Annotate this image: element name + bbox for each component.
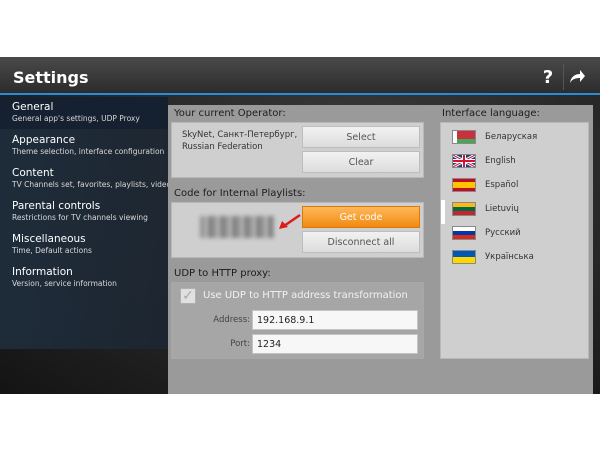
language-item-spanish[interactable]: Español xyxy=(452,176,592,194)
language-item-ukrainian[interactable]: Українська xyxy=(452,248,592,266)
sidebar-item-appearance[interactable]: Appearance Theme selection, interface co… xyxy=(0,130,168,162)
operator-box: SkyNet, Санкт-Петербург, Russian Federat… xyxy=(171,122,424,178)
language-item-english[interactable]: English xyxy=(452,152,592,170)
uk-flag-icon xyxy=(452,154,476,168)
sidebar-item-description: Time, Default actions xyxy=(12,246,92,255)
language-section-title: Interface language: xyxy=(442,108,540,119)
spain-flag-icon xyxy=(452,178,476,192)
get-code-button[interactable]: Get code xyxy=(302,206,420,228)
sidebar-item-label: Content xyxy=(12,167,54,179)
sidebar-item-information[interactable]: Information Version, service information xyxy=(0,262,168,294)
udp-box: ✓ Use UDP to HTTP address transformation… xyxy=(171,282,424,359)
language-label: English xyxy=(485,156,516,166)
udp-transform-checkbox[interactable]: ✓ xyxy=(180,288,196,304)
settings-panel: Your current Operator: SkyNet, Санкт-Пет… xyxy=(168,105,593,394)
ukraine-flag-icon xyxy=(452,250,476,264)
sidebar-item-label: General xyxy=(12,101,54,113)
red-arrow-icon xyxy=(279,213,301,229)
language-label: Беларуская xyxy=(485,132,538,142)
language-item-belarusian[interactable]: Беларуская xyxy=(452,128,592,146)
sidebar-item-general[interactable]: General General app's settings, UDP Prox… xyxy=(0,97,168,129)
language-label: Español xyxy=(485,180,519,190)
udp-checkbox-label: Use UDP to HTTP address transformation xyxy=(203,290,408,301)
help-button[interactable]: ? xyxy=(535,64,561,90)
language-scrollbar[interactable] xyxy=(441,200,445,224)
playlists-section-title: Code for Internal Playlists: xyxy=(174,188,306,199)
operator-name: SkyNet, Санкт-Петербург, Russian Federat… xyxy=(182,130,298,152)
port-label: Port: xyxy=(230,339,250,349)
port-input[interactable]: 1234 xyxy=(252,334,418,354)
address-input[interactable]: 192.168.9.1 xyxy=(252,310,418,330)
belarus-flag-icon xyxy=(452,130,476,144)
forward-arrow-icon xyxy=(569,70,585,83)
language-label: Lietuvių xyxy=(485,204,519,214)
sidebar-item-description: Version, service information xyxy=(12,279,117,288)
sidebar-item-description: Restrictions for TV channels viewing xyxy=(12,213,148,222)
lithuania-flag-icon xyxy=(452,202,476,216)
sidebar-item-description: TV Channels set, favorites, playlists, v… xyxy=(12,180,172,189)
language-item-lithuanian[interactable]: Lietuvių xyxy=(452,200,592,218)
question-mark-icon: ? xyxy=(542,66,554,88)
select-operator-button[interactable]: Select xyxy=(302,126,420,148)
sidebar-item-parental-controls[interactable]: Parental controls Restrictions for TV ch… xyxy=(0,196,168,228)
language-list: Беларуская English Español Lietuvių Русс… xyxy=(440,122,589,359)
language-label: Українська xyxy=(485,252,534,262)
playlist-code-value xyxy=(200,216,274,238)
language-label: Русский xyxy=(485,228,521,238)
playlist-code-box: Get code Disconnect all xyxy=(171,202,424,258)
sidebar: General General app's settings, UDP Prox… xyxy=(0,97,172,349)
disconnect-all-button[interactable]: Disconnect all xyxy=(302,231,420,253)
address-label: Address: xyxy=(213,315,250,325)
sidebar-item-label: Appearance xyxy=(12,134,76,146)
settings-window: Settings ? General General app's setting… xyxy=(0,57,600,394)
sidebar-item-label: Miscellaneous xyxy=(12,233,86,245)
udp-section-title: UDP to HTTP proxy: xyxy=(174,268,271,279)
clear-operator-button[interactable]: Clear xyxy=(302,151,420,173)
title-bar: Settings ? xyxy=(0,57,600,95)
forward-button[interactable] xyxy=(563,64,589,90)
language-item-russian[interactable]: Русский xyxy=(452,224,592,242)
sidebar-item-label: Parental controls xyxy=(12,200,101,212)
sidebar-item-label: Information xyxy=(12,266,73,278)
checkmark-icon: ✓ xyxy=(182,288,194,304)
sidebar-item-description: General app's settings, UDP Proxy xyxy=(12,114,140,123)
operator-section-title: Your current Operator: xyxy=(174,108,286,119)
russia-flag-icon xyxy=(452,226,476,240)
sidebar-item-content[interactable]: Content TV Channels set, favorites, play… xyxy=(0,163,172,195)
sidebar-item-description: Theme selection, interface configuration xyxy=(12,147,165,156)
sidebar-item-miscellaneous[interactable]: Miscellaneous Time, Default actions xyxy=(0,229,168,261)
page-title: Settings xyxy=(13,68,89,87)
